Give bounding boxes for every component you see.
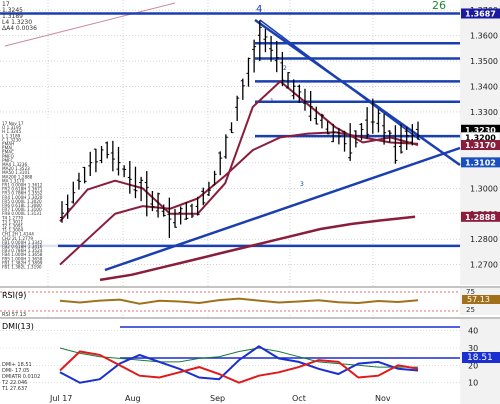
price-label-text: 1.2888 xyxy=(465,213,496,222)
price-tick-label: 1.3000 xyxy=(470,184,498,193)
price-label-text: 1.3102 xyxy=(465,158,496,167)
price-tick-label: 1.3500 xyxy=(470,57,498,66)
time-axis-label: Sep xyxy=(210,394,225,403)
price-tick-label: 1.3600 xyxy=(470,32,498,41)
price-tick-label: 1.2700 xyxy=(470,261,498,270)
rsi-panel: RSI(9) RSI 57.13 75 25 57.13 xyxy=(0,286,500,318)
dmi-panel: DMI(13) DMI+ 18.51 DMI- 17.05 DMIATR 0.0… xyxy=(0,317,500,404)
dmi-footer-line: T1 27.637 xyxy=(1,386,27,392)
rsi-label: RSI(9) xyxy=(2,291,26,300)
dmi-label: DMI(13) xyxy=(2,322,34,331)
dmi-tick-label: 10 xyxy=(468,379,478,388)
data-box-line: FB1 1.382L 1.3190 xyxy=(2,265,42,270)
wave-count-26: 26 xyxy=(432,0,446,12)
rsi-tick-25: 25 xyxy=(466,306,475,314)
wave-label-4: 4 xyxy=(256,4,262,15)
dmi-tick-label: 30 xyxy=(468,344,478,353)
price-tick-label: 1.3400 xyxy=(470,83,498,92)
wave-label-3: 3 xyxy=(300,181,304,188)
time-axis-label: Jul 17 xyxy=(49,394,72,403)
dmi-tick-label: 40 xyxy=(468,327,478,336)
dmi-value: 18.51 xyxy=(467,353,493,363)
time-axis-label: Oct xyxy=(292,394,306,403)
price-label-text: 1.3170 xyxy=(465,141,496,150)
data-box: 17 Nov 17O 1.3195H 1.3245L 1.3189C 1.323… xyxy=(0,118,58,270)
time-axis-label: Aug xyxy=(125,394,141,403)
wave-label-1: 1 xyxy=(270,98,274,105)
price-tick-label: 1.3300 xyxy=(470,108,498,117)
time-axis-label: Nov xyxy=(375,394,391,403)
price-tick-label: 1.2800 xyxy=(470,235,498,244)
forex-chart: 1.27001.28001.29001.30001.31001.32001.33… xyxy=(0,0,500,404)
price-label-text: 1.3687 xyxy=(465,9,496,18)
header-line: ΔA4 0.0036 xyxy=(2,25,37,32)
rsi-footer: RSI 57.13 xyxy=(2,312,26,318)
wave-label-2: 2 xyxy=(283,65,287,72)
rsi-value: 57.13 xyxy=(467,295,490,304)
